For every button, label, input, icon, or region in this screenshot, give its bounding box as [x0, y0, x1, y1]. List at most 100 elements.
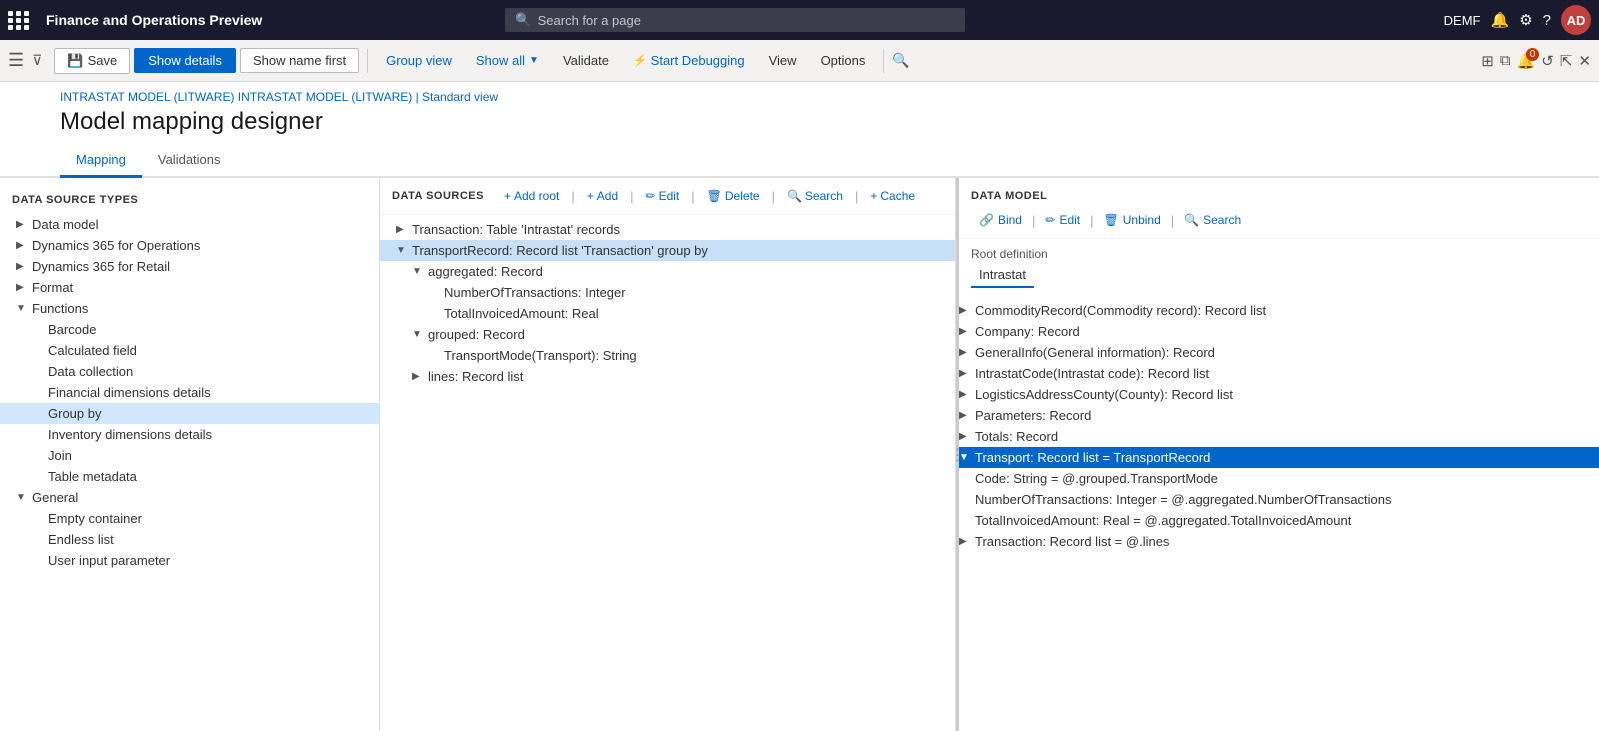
dst-data-model[interactable]: Data model: [0, 214, 379, 235]
view-button[interactable]: View: [759, 49, 807, 72]
dm-company[interactable]: Company: Record: [959, 321, 1599, 342]
search-icon: 🔍: [1184, 213, 1199, 227]
dst-d365-retail[interactable]: Dynamics 365 for Retail: [0, 256, 379, 277]
dm-logistics-address[interactable]: LogisticsAddressCounty(County): Record l…: [959, 384, 1599, 405]
group-view-button[interactable]: Group view: [376, 49, 462, 72]
ds-total-invoiced[interactable]: TotalInvoicedAmount: Real: [380, 303, 955, 324]
dst-financial-dims[interactable]: Financial dimensions details: [0, 382, 379, 403]
dm-num-transactions[interactable]: NumberOfTransactions: Integer = @.aggreg…: [959, 489, 1599, 510]
toolbar-close[interactable]: ✕: [1578, 52, 1591, 70]
delete-btn[interactable]: 🗑 Delete: [699, 186, 768, 206]
waffle-menu[interactable]: [8, 11, 30, 30]
dst-empty-container[interactable]: Empty container: [0, 508, 379, 529]
dm-general-info[interactable]: GeneralInfo(General information): Record: [959, 342, 1599, 363]
dst-general[interactable]: General: [0, 487, 379, 508]
hamburger-icon[interactable]: ☰: [8, 50, 24, 71]
user-avatar[interactable]: AD: [1561, 5, 1591, 35]
chevron-icon: [396, 245, 408, 256]
dm-parameters[interactable]: Parameters: Record: [959, 405, 1599, 426]
chevron-icon: [959, 368, 971, 379]
search-btn[interactable]: 🔍 Search: [779, 186, 851, 206]
user-region: DEMF: [1444, 13, 1481, 28]
left-panel-title: DATA SOURCE TYPES: [0, 186, 379, 210]
dst-inventory-dims[interactable]: Inventory dimensions details: [0, 424, 379, 445]
start-debugging-button[interactable]: ⚡ Start Debugging: [623, 49, 755, 72]
dst-barcode[interactable]: Barcode: [0, 319, 379, 340]
chevron-icon: [412, 266, 424, 277]
dm-edit-btn[interactable]: ✏ Edit: [1037, 210, 1088, 230]
dst-user-input[interactable]: User input parameter: [0, 550, 379, 571]
toolbar-popout[interactable]: ⇱: [1560, 52, 1573, 70]
bind-btn[interactable]: 🔗 Bind: [971, 210, 1030, 230]
toolbar-icon1[interactable]: ⊞: [1481, 52, 1494, 70]
dm-commodity-record[interactable]: CommodityRecord(Commodity record): Recor…: [959, 300, 1599, 321]
show-all-button[interactable]: Show all ▼: [466, 49, 549, 72]
chevron-icon: [959, 326, 971, 337]
ds-transport-record[interactable]: TransportRecord: Record list 'Transactio…: [380, 240, 955, 261]
global-search[interactable]: 🔍 Search for a page: [505, 8, 965, 32]
options-button[interactable]: Options: [811, 49, 876, 72]
dm-total-invoiced[interactable]: TotalInvoicedAmount: Real = @.aggregated…: [959, 510, 1599, 531]
left-panel: DATA SOURCE TYPES Data model Dynamics 36…: [0, 178, 380, 731]
bind-icon: 🔗: [979, 213, 994, 227]
dst-data-collection[interactable]: Data collection: [0, 361, 379, 382]
dm-totals[interactable]: Totals: Record: [959, 426, 1599, 447]
tab-validations[interactable]: Validations: [142, 144, 237, 178]
unbind-btn[interactable]: 🗑 Unbind: [1096, 210, 1169, 230]
settings-btn[interactable]: ⚙: [1519, 11, 1532, 29]
dst-join[interactable]: Join: [0, 445, 379, 466]
dst-group-by[interactable]: Group by: [0, 403, 379, 424]
chevron-icon: [16, 240, 28, 251]
search-icon: 🔍: [515, 12, 531, 28]
dst-d365-ops[interactable]: Dynamics 365 for Operations: [0, 235, 379, 256]
ds-transport-mode[interactable]: TransportMode(Transport): String: [380, 345, 955, 366]
chevron-icon: [959, 410, 971, 421]
ds-lines[interactable]: lines: Record list: [380, 366, 955, 387]
toolbar-icon2[interactable]: ⧉: [1500, 52, 1511, 69]
dm-transaction[interactable]: Transaction: Record list = @.lines: [959, 531, 1599, 552]
top-nav: Finance and Operations Preview 🔍 Search …: [0, 0, 1599, 40]
toolbar: ☰ ⊽ 💾 Save Show details Show name first …: [0, 40, 1599, 82]
chevron-icon: [16, 261, 28, 272]
add-root-btn[interactable]: + Add root: [496, 186, 567, 206]
ds-grouped[interactable]: grouped: Record: [380, 324, 955, 345]
toolbar-badge[interactable]: 0 🔔: [1517, 52, 1536, 70]
dm-transport[interactable]: Transport: Record list = TransportRecord: [959, 447, 1599, 468]
save-button[interactable]: 💾 Save: [54, 48, 130, 74]
toolbar-refresh[interactable]: ↺: [1541, 52, 1554, 70]
dst-format[interactable]: Format: [0, 277, 379, 298]
validate-button[interactable]: Validate: [553, 49, 619, 72]
data-sources-tree: Transaction: Table 'Intrastat' records T…: [380, 215, 955, 731]
breadcrumb: INTRASTAT MODEL (LITWARE) INTRASTAT MODE…: [0, 82, 1599, 104]
ds-aggregated[interactable]: aggregated: Record: [380, 261, 955, 282]
dm-code[interactable]: Code: String = @.grouped.TransportMode: [959, 468, 1599, 489]
chevron-icon: [412, 371, 424, 382]
dst-calculated-field[interactable]: Calculated field: [0, 340, 379, 361]
ds-transaction[interactable]: Transaction: Table 'Intrastat' records: [380, 219, 955, 240]
show-details-button[interactable]: Show details: [134, 48, 236, 73]
edit-btn[interactable]: ✏ Edit: [638, 186, 688, 206]
dm-intrastat-code[interactable]: IntrastatCode(Intrastat code): Record li…: [959, 363, 1599, 384]
tab-bar: Mapping Validations: [0, 144, 1599, 178]
dst-table-metadata[interactable]: Table metadata: [0, 466, 379, 487]
dst-endless-list[interactable]: Endless list: [0, 529, 379, 550]
show-all-chevron-icon: ▼: [529, 55, 539, 66]
show-name-first-button[interactable]: Show name first: [240, 48, 359, 73]
dst-functions[interactable]: Functions: [0, 298, 379, 319]
root-def-value: Intrastat: [971, 263, 1034, 288]
top-right-actions: DEMF 🔔 ⚙ ? AD: [1444, 5, 1591, 35]
chevron-icon: [959, 305, 971, 316]
plus-icon: +: [870, 189, 877, 203]
add-btn[interactable]: + Add: [579, 186, 626, 206]
filter-icon[interactable]: ⊽: [32, 52, 42, 69]
toolbar-search-btn[interactable]: 🔍: [892, 52, 909, 69]
data-sources-header: DATA SOURCES + Add root | + Add | ✏ Edit…: [380, 178, 955, 215]
ds-num-transactions[interactable]: NumberOfTransactions: Integer: [380, 282, 955, 303]
notification-btn[interactable]: 🔔: [1491, 11, 1510, 29]
help-btn[interactable]: ?: [1543, 12, 1551, 29]
cache-btn[interactable]: + Cache: [862, 186, 923, 206]
dm-search-btn[interactable]: 🔍 Search: [1176, 210, 1249, 230]
delete-icon: 🗑: [707, 189, 722, 203]
tab-mapping[interactable]: Mapping: [60, 144, 142, 178]
chevron-icon: [959, 536, 971, 547]
